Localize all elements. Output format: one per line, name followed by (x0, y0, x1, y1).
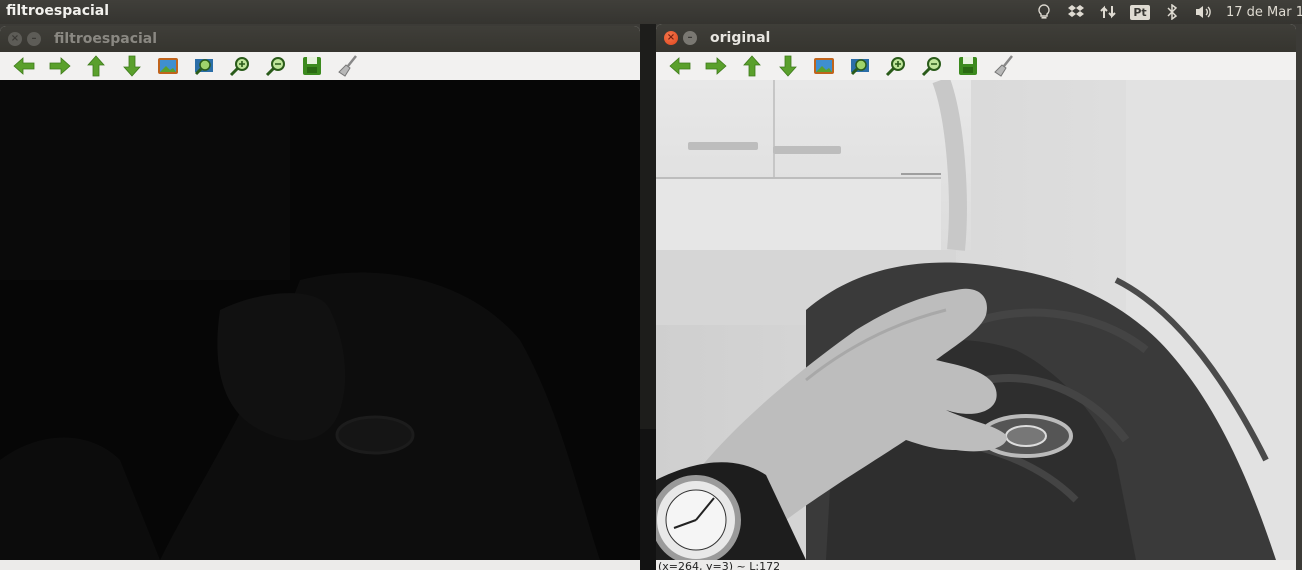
close-button[interactable]: × (664, 31, 678, 45)
arrow-down-icon (123, 55, 141, 77)
window-title: original (710, 30, 771, 46)
zoom-fit-button[interactable] (150, 53, 186, 79)
arrow-right-icon (705, 57, 727, 75)
input-method-label: Pt (1130, 4, 1150, 20)
lightbulb-icon[interactable] (1028, 0, 1060, 24)
image-toolbar (656, 52, 1296, 80)
properties-button[interactable] (330, 53, 366, 79)
network-icon[interactable] (1092, 0, 1124, 24)
zoom-image-icon (850, 59, 869, 76)
bluetooth-icon[interactable] (1156, 0, 1188, 24)
titlebar[interactable]: × – original (656, 24, 1296, 52)
system-tray: Pt 17 de Mar 1 (1028, 0, 1302, 24)
save-button[interactable] (950, 53, 986, 79)
zoom-out-button[interactable] (914, 53, 950, 79)
desktop-background (640, 24, 656, 570)
statusbar (0, 560, 640, 570)
zoom-original-button[interactable] (186, 53, 222, 79)
zoom-image-icon (194, 59, 213, 76)
zoom-in-button[interactable] (878, 53, 914, 79)
arrow-left-icon (13, 57, 35, 75)
image-icon (158, 58, 178, 74)
close-button[interactable]: × (8, 32, 22, 46)
window-filtroespacial: × – filtroespacial (0, 26, 640, 570)
zoom-fit-button[interactable] (806, 53, 842, 79)
clock[interactable]: 17 de Mar 1 (1220, 5, 1302, 20)
input-method-icon[interactable]: Pt (1124, 0, 1156, 24)
pan-up-button[interactable] (78, 53, 114, 79)
dropbox-icon[interactable] (1060, 0, 1092, 24)
arrow-up-icon (743, 55, 761, 77)
filtered-image (0, 80, 640, 560)
arrow-up-icon (87, 55, 105, 77)
zoom-out-button[interactable] (258, 53, 294, 79)
original-image (656, 80, 1296, 560)
minimize-button[interactable]: – (683, 31, 697, 45)
pan-down-button[interactable] (770, 53, 806, 79)
zoom-in-icon (229, 57, 249, 77)
titlebar[interactable]: × – filtroespacial (0, 26, 640, 52)
save-button[interactable] (294, 53, 330, 79)
save-icon (959, 57, 977, 75)
top-panel: filtroespacial Pt 17 de Mar 1 (0, 0, 1302, 24)
zoom-in-icon (885, 57, 905, 77)
zoom-original-button[interactable] (842, 53, 878, 79)
pixel-info-text: (x=264, y=3) ~ L:172 (658, 560, 781, 570)
zoom-in-button[interactable] (222, 53, 258, 79)
original-image-canvas[interactable] (656, 80, 1296, 560)
zoom-out-icon (265, 57, 285, 77)
pan-down-button[interactable] (114, 53, 150, 79)
window-title: filtroespacial (54, 31, 158, 47)
pan-up-button[interactable] (734, 53, 770, 79)
active-app-title: filtroespacial (6, 3, 110, 19)
properties-button[interactable] (986, 53, 1022, 79)
pan-left-button[interactable] (6, 53, 42, 79)
save-icon (303, 57, 321, 75)
brush-icon (338, 55, 357, 77)
arrow-right-icon (49, 57, 71, 75)
image-icon (814, 58, 834, 74)
pan-right-button[interactable] (698, 53, 734, 79)
arrow-left-icon (669, 57, 691, 75)
minimize-button[interactable]: – (27, 32, 41, 46)
image-toolbar (0, 52, 640, 80)
arrow-down-icon (779, 55, 797, 77)
zoom-out-icon (921, 57, 941, 77)
pan-right-button[interactable] (42, 53, 78, 79)
brush-icon (994, 55, 1013, 77)
statusbar: (x=264, y=3) ~ L:172 (656, 560, 1296, 570)
volume-icon[interactable] (1188, 0, 1220, 24)
filtered-image-canvas[interactable] (0, 80, 640, 560)
pan-left-button[interactable] (662, 53, 698, 79)
window-original: × – original (x=264, y=3) ~ L:172 (656, 24, 1296, 570)
